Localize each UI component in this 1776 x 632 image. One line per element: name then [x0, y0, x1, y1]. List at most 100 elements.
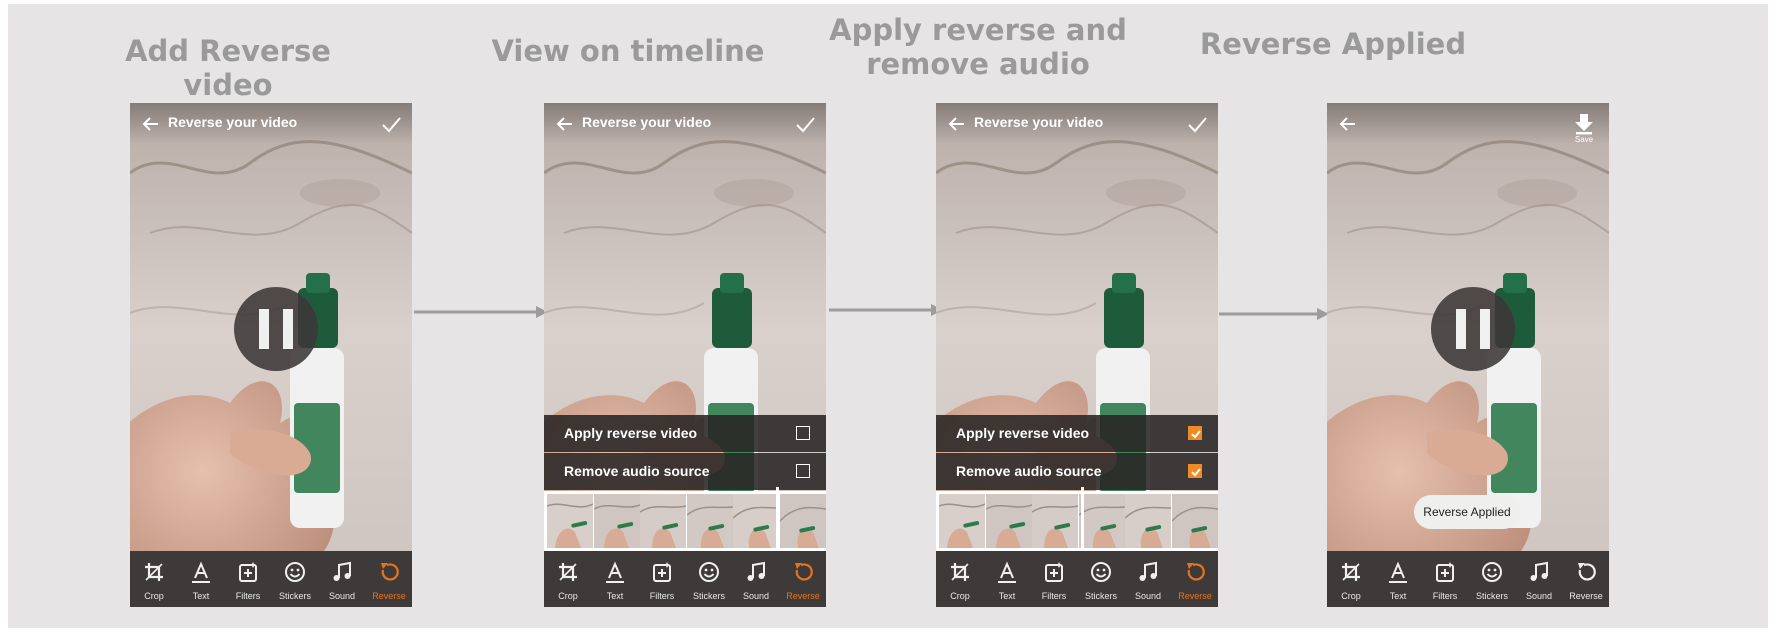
timeline-playhead[interactable] [1081, 487, 1084, 555]
filters-icon [239, 562, 257, 582]
back-arrow-icon[interactable] [948, 115, 966, 133]
tool-label: Crop [144, 591, 164, 601]
text-icon [192, 561, 210, 583]
step-1-title: Add Reverse video [125, 34, 331, 102]
check-icon[interactable] [794, 113, 816, 135]
tool-crop-button[interactable]: Crop [132, 555, 176, 605]
top-bar: Reverse your video [130, 103, 412, 145]
flow-arrow-3 [1219, 308, 1329, 320]
option-apply-reverse[interactable]: Apply reverse video [544, 415, 826, 452]
screen-title: Reverse your video [168, 114, 298, 130]
tool-reverse-button[interactable]: Reverse [367, 555, 411, 605]
timeline-frame [640, 494, 686, 548]
tool-sound-button[interactable]: Sound [1126, 555, 1170, 605]
tool-label: Sound [1134, 591, 1162, 601]
checkmark-icon [1191, 430, 1201, 439]
tool-filters-button[interactable]: Filters [640, 555, 684, 605]
tool-text-button[interactable]: Text [1376, 555, 1420, 605]
stickers-icon [1091, 562, 1111, 582]
tool-sound-button[interactable]: Sound [320, 555, 364, 605]
tool-crop-button[interactable]: Crop [1329, 555, 1373, 605]
check-icon[interactable] [380, 113, 402, 135]
stickers-icon [699, 562, 719, 582]
tool-label: Crop [1341, 591, 1361, 601]
reverse-icon [795, 563, 813, 581]
timeline-frame [593, 494, 640, 548]
screen-title: Reverse your video [582, 114, 712, 130]
tool-filters-button[interactable]: Filters [1032, 555, 1076, 605]
screen-title: Reverse your video [974, 114, 1104, 130]
tool-filters-button[interactable]: Filters [1423, 555, 1467, 605]
option-remove-audio[interactable]: Remove audio source [544, 453, 826, 490]
pause-icon-bar [259, 309, 269, 349]
back-arrow-icon[interactable] [556, 115, 574, 133]
option-checkbox[interactable] [796, 464, 810, 478]
tool-crop-button[interactable]: Crop [546, 555, 590, 605]
option-label: Remove audio source [956, 463, 1102, 479]
tool-sound-button[interactable]: Sound [1517, 555, 1561, 605]
reverse-icon [1578, 563, 1596, 581]
top-bar: Reverse your video [936, 103, 1218, 145]
sound-icon [1530, 561, 1548, 581]
option-checkbox[interactable] [1188, 464, 1202, 478]
tool-sound-button[interactable]: Sound [734, 555, 778, 605]
tool-crop-button[interactable]: Crop [938, 555, 982, 605]
step-4-title: Reverse Applied [1199, 27, 1467, 61]
tool-label: Crop [558, 591, 578, 601]
pause-button[interactable] [1431, 287, 1515, 371]
tool-reverse-button[interactable]: Reverse [781, 555, 825, 605]
tool-text-button[interactable]: Text [179, 555, 223, 605]
tool-label: Stickers [692, 591, 725, 601]
tool-label: Reverse [1178, 591, 1212, 601]
timeline-frame [547, 494, 593, 548]
phone-screen-apply-reverse: Reverse your video Apply reverse video R… [936, 103, 1218, 607]
tool-label: Reverse [372, 591, 406, 601]
tool-reverse-button[interactable]: Reverse [1564, 555, 1608, 605]
storyboard-canvas: Add Reverse video View on timeline Apply… [8, 4, 1768, 628]
stickers-icon [1482, 562, 1502, 582]
tool-label: Sound [328, 591, 356, 601]
step-2-title: View on timeline [491, 34, 765, 68]
tool-label: Filters [1432, 591, 1458, 601]
save-button[interactable]: Save [1571, 113, 1597, 144]
tool-filters-button[interactable]: Filters [226, 555, 270, 605]
pause-button[interactable] [234, 287, 318, 371]
timeline-playhead[interactable] [776, 487, 779, 555]
sound-icon [747, 561, 765, 581]
tool-label: Filters [649, 591, 675, 601]
video-timeline[interactable] [544, 487, 826, 555]
option-apply-reverse[interactable]: Apply reverse video [936, 415, 1218, 452]
tool-stickers-button[interactable]: Stickers [687, 555, 731, 605]
timeline-frame [733, 494, 779, 548]
tool-stickers-button[interactable]: Stickers [273, 555, 317, 605]
option-checkbox[interactable] [796, 426, 810, 440]
timeline-frame [1078, 494, 1125, 548]
tool-label: Text [998, 591, 1016, 601]
tool-label: Text [606, 591, 624, 601]
download-icon [1575, 114, 1593, 135]
filters-icon [1045, 562, 1063, 582]
flow-arrow-2 [829, 304, 943, 316]
tool-text-button[interactable]: Text [593, 555, 637, 605]
tool-stickers-button[interactable]: Stickers [1079, 555, 1123, 605]
check-icon[interactable] [1186, 113, 1208, 135]
text-icon [1389, 561, 1407, 583]
filters-icon [1436, 562, 1454, 582]
timeline-frame [686, 494, 733, 548]
text-icon [606, 561, 624, 583]
flow-arrow-1 [414, 306, 548, 318]
tool-text-button[interactable]: Text [985, 555, 1029, 605]
stickers-icon [285, 562, 305, 582]
back-arrow-icon[interactable] [142, 115, 160, 133]
tool-stickers-button[interactable]: Stickers [1470, 555, 1514, 605]
tool-label: Filters [235, 591, 261, 601]
option-remove-audio[interactable]: Remove audio source [936, 453, 1218, 490]
video-timeline[interactable] [936, 487, 1218, 555]
back-arrow-icon[interactable] [1339, 115, 1357, 133]
tool-label: Stickers [278, 591, 311, 601]
tool-reverse-button[interactable]: Reverse [1173, 555, 1217, 605]
tool-label: Text [192, 591, 210, 601]
option-checkbox[interactable] [1188, 426, 1202, 440]
step-3-title: Apply reverse and remove audio [829, 13, 1127, 81]
sound-icon [1139, 561, 1157, 581]
